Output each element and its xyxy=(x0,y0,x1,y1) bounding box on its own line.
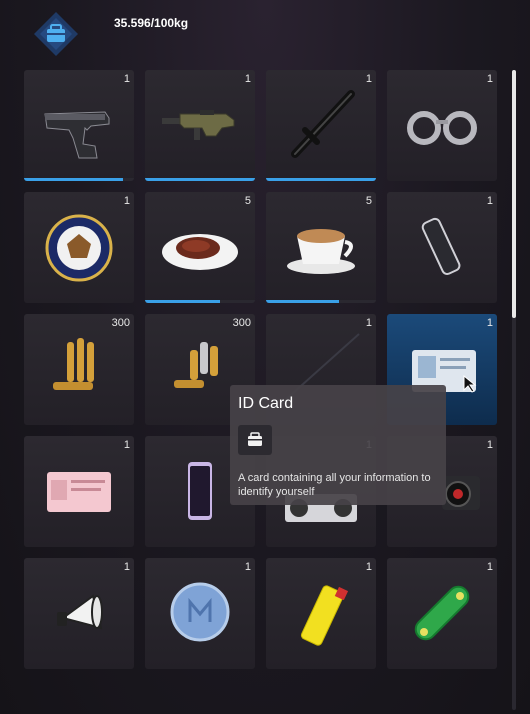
inventory-slot-rifle[interactable]: 1 xyxy=(145,70,255,181)
durability-bar xyxy=(266,178,376,181)
driver-license-icon xyxy=(47,472,111,512)
backpack-icon xyxy=(34,12,78,56)
durability-bar xyxy=(266,300,339,303)
pistol-icon xyxy=(44,111,110,159)
scrollbar[interactable] xyxy=(512,70,516,710)
scroll-thumb[interactable] xyxy=(512,70,516,318)
coffee-icon xyxy=(287,229,355,274)
item-count: 300 xyxy=(111,317,130,329)
steak-icon xyxy=(162,234,238,270)
durability-bar xyxy=(145,178,255,181)
tooltip-title: ID Card xyxy=(238,395,294,412)
item-count: 1 xyxy=(486,317,493,329)
inventory-slot-powerbank[interactable]: 1 xyxy=(387,192,497,303)
inventory-slot-baton[interactable]: 1 xyxy=(266,70,376,181)
inventory-slot-pill[interactable]: 1 xyxy=(145,558,255,669)
inventory-header: 35.596/100kg xyxy=(0,0,530,66)
phone-icon xyxy=(188,462,212,520)
item-count: 1 xyxy=(244,73,251,85)
inventory-slot-steak[interactable]: 5 xyxy=(145,192,255,303)
inventory-slot-police-badge[interactable]: 1 xyxy=(24,192,134,303)
item-count: 1 xyxy=(486,195,493,207)
item-count: 1 xyxy=(365,561,372,573)
tooltip-description: A card containing all your information t… xyxy=(238,472,431,498)
rifle-ammo-icon xyxy=(53,338,94,390)
item-count: 1 xyxy=(123,73,130,85)
handcuffs-icon xyxy=(407,111,477,145)
item-count: 1 xyxy=(123,561,130,573)
rifle-icon xyxy=(162,110,235,140)
item-count: 1 xyxy=(486,561,493,573)
item-count: 1 xyxy=(244,561,251,573)
inventory-slot-skateboard[interactable]: 1 xyxy=(387,558,497,669)
item-count: 1 xyxy=(123,195,130,207)
powerbank-icon xyxy=(421,217,461,275)
lighter-icon xyxy=(300,585,349,646)
inventory-slot-coffee[interactable]: 5 xyxy=(266,192,376,303)
inventory-slot-rifle-ammo[interactable]: 300 xyxy=(24,314,134,425)
pill-icon xyxy=(170,582,230,642)
item-count: 1 xyxy=(123,439,130,451)
item-tooltip: ID Card A card containing all your infor… xyxy=(230,385,446,505)
inventory-slot-lighter[interactable]: 1 xyxy=(266,558,376,669)
tooltip-icon-box xyxy=(238,425,272,455)
skateboard-icon xyxy=(414,585,470,641)
item-count: 300 xyxy=(232,317,251,329)
police-badge-icon xyxy=(45,214,113,282)
durability-bar xyxy=(24,178,123,181)
baton-icon xyxy=(291,90,355,158)
pistol-ammo-icon xyxy=(174,342,218,388)
durability-bar xyxy=(145,300,220,303)
megaphone-icon xyxy=(57,594,103,630)
backpack-icon xyxy=(248,432,262,446)
inventory-slot-driver-license[interactable]: 1 xyxy=(24,436,134,547)
inventory-slot-megaphone[interactable]: 1 xyxy=(24,558,134,669)
item-count: 5 xyxy=(244,195,251,207)
item-count: 1 xyxy=(486,439,493,451)
item-count: 5 xyxy=(365,195,372,207)
weight-readout: 35.596/100kg xyxy=(114,16,189,30)
item-count: 1 xyxy=(365,73,372,85)
item-count: 1 xyxy=(365,317,372,329)
inventory-slot-pistol[interactable]: 1 xyxy=(24,70,134,181)
item-count: 1 xyxy=(486,73,493,85)
inventory-slot-handcuffs[interactable]: 1 xyxy=(387,70,497,181)
